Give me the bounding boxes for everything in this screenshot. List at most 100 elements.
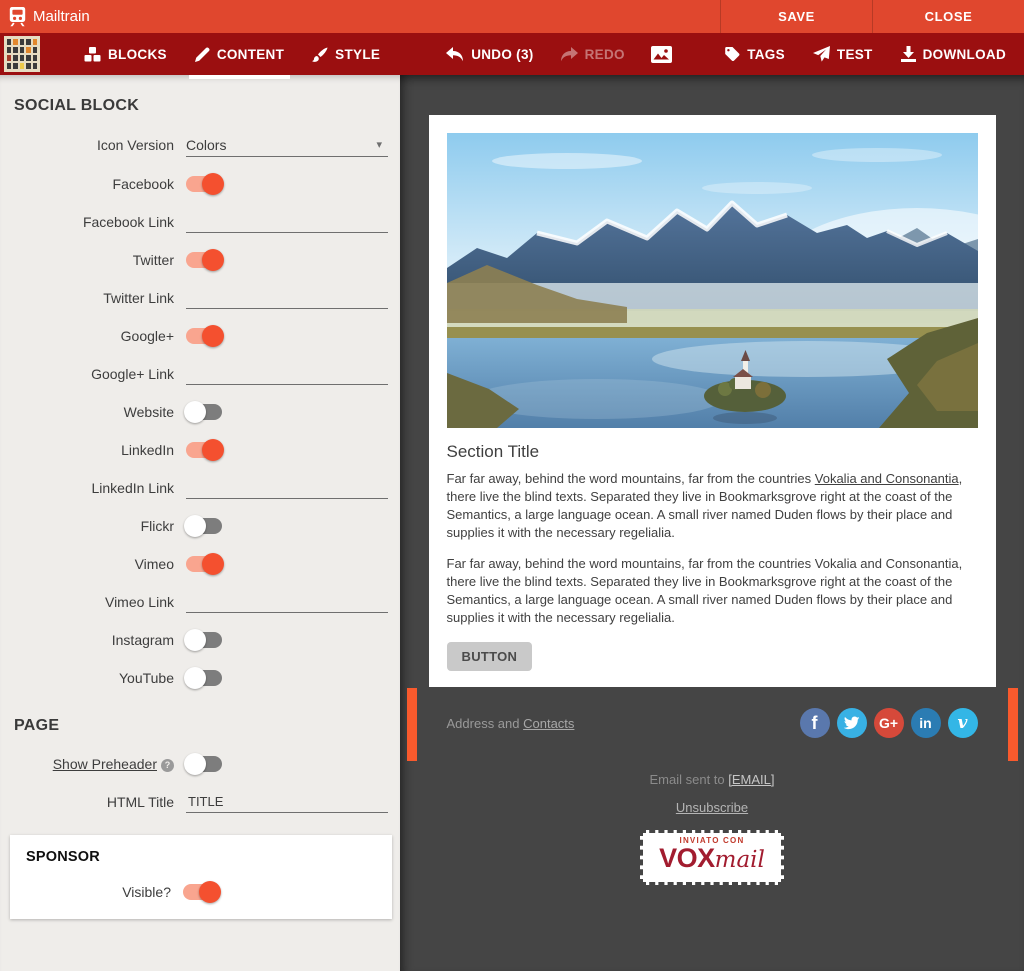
test-button[interactable]: TEST xyxy=(813,46,873,62)
voxmail-sponsor-stamp[interactable]: INVIATO CON VOXmail xyxy=(640,830,784,885)
paragraph-1[interactable]: Far far away, behind the word mountains,… xyxy=(447,470,978,542)
download-icon xyxy=(901,46,916,62)
mosaic-tile xyxy=(20,55,24,61)
tab-blocks[interactable]: BLOCKS xyxy=(84,47,167,62)
vokalia-link[interactable]: Vokalia and Consonantia xyxy=(815,471,959,486)
vimeo-row: Vimeo xyxy=(14,553,388,575)
close-button[interactable]: CLOSE xyxy=(872,0,1024,33)
linkedin-label: LinkedIn xyxy=(14,442,174,458)
twitter-bird-icon xyxy=(843,716,860,731)
twitter-toggle[interactable] xyxy=(186,252,222,268)
download-button[interactable]: DOWNLOAD xyxy=(901,46,1006,62)
save-button[interactable]: SAVE xyxy=(720,0,872,33)
youtube-label: YouTube xyxy=(14,670,174,686)
twitter-row: Twitter xyxy=(14,249,388,271)
mosaic-tile xyxy=(26,39,30,45)
twitter-link-row: Twitter Link xyxy=(14,287,388,309)
mosaic-tile xyxy=(33,47,37,53)
icon-version-value: Colors xyxy=(186,137,226,153)
social-footer-block[interactable]: Address and Contacts f G+ in v xyxy=(429,700,996,760)
preview-button[interactable]: BUTTON xyxy=(447,642,533,671)
section-title[interactable]: Section Title xyxy=(447,442,978,462)
sponsor-visible-toggle[interactable] xyxy=(183,884,219,900)
email-preview-area: Section Title Far far away, behind the w… xyxy=(400,75,1024,971)
image-icon xyxy=(651,46,672,63)
mosaic-tile xyxy=(20,47,24,53)
toggle-knob xyxy=(202,249,224,271)
contacts-link[interactable]: Contacts xyxy=(523,716,574,731)
train-icon xyxy=(8,6,27,27)
website-row: Website xyxy=(14,401,388,423)
app-brand: Mailtrain xyxy=(0,0,720,33)
hero-image[interactable] xyxy=(447,133,978,428)
unsubscribe-link[interactable]: Unsubscribe xyxy=(676,800,748,815)
tab-style-label: STYLE xyxy=(335,47,380,62)
voxmail-logo: VOXmail xyxy=(659,845,765,876)
facebook-label: Facebook xyxy=(14,176,174,192)
vimeo-link-input[interactable] xyxy=(186,591,388,613)
show-preheader-toggle[interactable] xyxy=(186,756,222,772)
insert-image-button[interactable] xyxy=(651,46,672,63)
selection-bar-right xyxy=(1008,688,1018,761)
show-preheader-row: Show Preheader? xyxy=(14,753,388,775)
facebook-link-row: Facebook Link xyxy=(14,211,388,233)
flickr-toggle[interactable] xyxy=(186,518,222,534)
facebook-icon[interactable]: f xyxy=(800,708,830,738)
vimeo-link-row: Vimeo Link xyxy=(14,591,388,613)
toolbar-left-group: BLOCKS CONTENT STYLE xyxy=(0,36,380,72)
twitter-link-input[interactable] xyxy=(186,287,388,309)
social-block-title: SOCIAL BLOCK xyxy=(14,97,388,115)
facebook-link-input[interactable] xyxy=(186,211,388,233)
twitter-link-label: Twitter Link xyxy=(14,290,174,306)
social-icons-row: f G+ in v xyxy=(800,708,978,738)
question-circle-icon[interactable]: ? xyxy=(161,759,174,772)
toolbar-middle-group: UNDO (3) REDO xyxy=(446,46,672,63)
email-canvas[interactable]: Section Title Far far away, behind the w… xyxy=(429,115,996,687)
email-sent-line: Email sent to [EMAIL] xyxy=(400,772,1024,787)
twitter-icon[interactable] xyxy=(837,708,867,738)
youtube-toggle[interactable] xyxy=(186,670,222,686)
googleplus-row: Google+ xyxy=(14,325,388,347)
toggle-knob xyxy=(184,667,206,689)
tab-style[interactable]: STYLE xyxy=(312,47,380,62)
paragraph-2[interactable]: Far far away, behind the word mountains,… xyxy=(447,555,978,627)
website-toggle[interactable] xyxy=(186,404,222,420)
facebook-row: Facebook xyxy=(14,173,388,195)
tags-button[interactable]: TAGS xyxy=(724,46,785,62)
undo-button[interactable]: UNDO (3) xyxy=(446,47,533,62)
googleplus-toggle[interactable] xyxy=(186,328,222,344)
redo-button[interactable]: REDO xyxy=(560,47,625,62)
settings-panel: SOCIAL BLOCK Icon Version Colors ▾ Faceb… xyxy=(0,75,400,971)
googleplus-icon[interactable]: G+ xyxy=(874,708,904,738)
html-title-input[interactable] xyxy=(186,791,388,813)
googleplus-link-input[interactable] xyxy=(186,363,388,385)
vimeo-icon[interactable]: v xyxy=(948,708,978,738)
mosaic-grid-logo[interactable] xyxy=(4,36,40,72)
website-label: Website xyxy=(14,404,174,420)
googleplus-label: Google+ xyxy=(14,328,174,344)
tab-content[interactable]: CONTENT xyxy=(195,47,284,62)
linkedin-toggle[interactable] xyxy=(186,442,222,458)
section-block: Section Title Far far away, behind the w… xyxy=(447,442,978,675)
vimeo-label: Vimeo xyxy=(14,556,174,572)
youtube-row: YouTube xyxy=(14,667,388,689)
linkedin-link-row: LinkedIn Link xyxy=(14,477,388,499)
twitter-label: Twitter xyxy=(14,252,174,268)
linkedin-link-input[interactable] xyxy=(186,477,388,499)
toggle-knob xyxy=(184,515,206,537)
toggle-knob xyxy=(199,881,221,903)
toolbar-right-group: TAGS TEST DOWNLOAD xyxy=(724,46,1024,62)
toggle-knob xyxy=(202,553,224,575)
icon-version-select[interactable]: Colors ▾ xyxy=(186,133,388,157)
test-label: TEST xyxy=(837,47,873,62)
redo-label: REDO xyxy=(585,47,625,62)
instagram-toggle[interactable] xyxy=(186,632,222,648)
linkedin-row: LinkedIn xyxy=(14,439,388,461)
vimeo-toggle[interactable] xyxy=(186,556,222,572)
email-token-link[interactable]: [EMAIL] xyxy=(728,772,774,787)
facebook-toggle[interactable] xyxy=(186,176,222,192)
linkedin-icon[interactable]: in xyxy=(911,708,941,738)
address-line: Address and Contacts xyxy=(447,708,575,731)
undo-label: UNDO (3) xyxy=(471,47,533,62)
googleplus-link-label: Google+ Link xyxy=(14,366,174,382)
